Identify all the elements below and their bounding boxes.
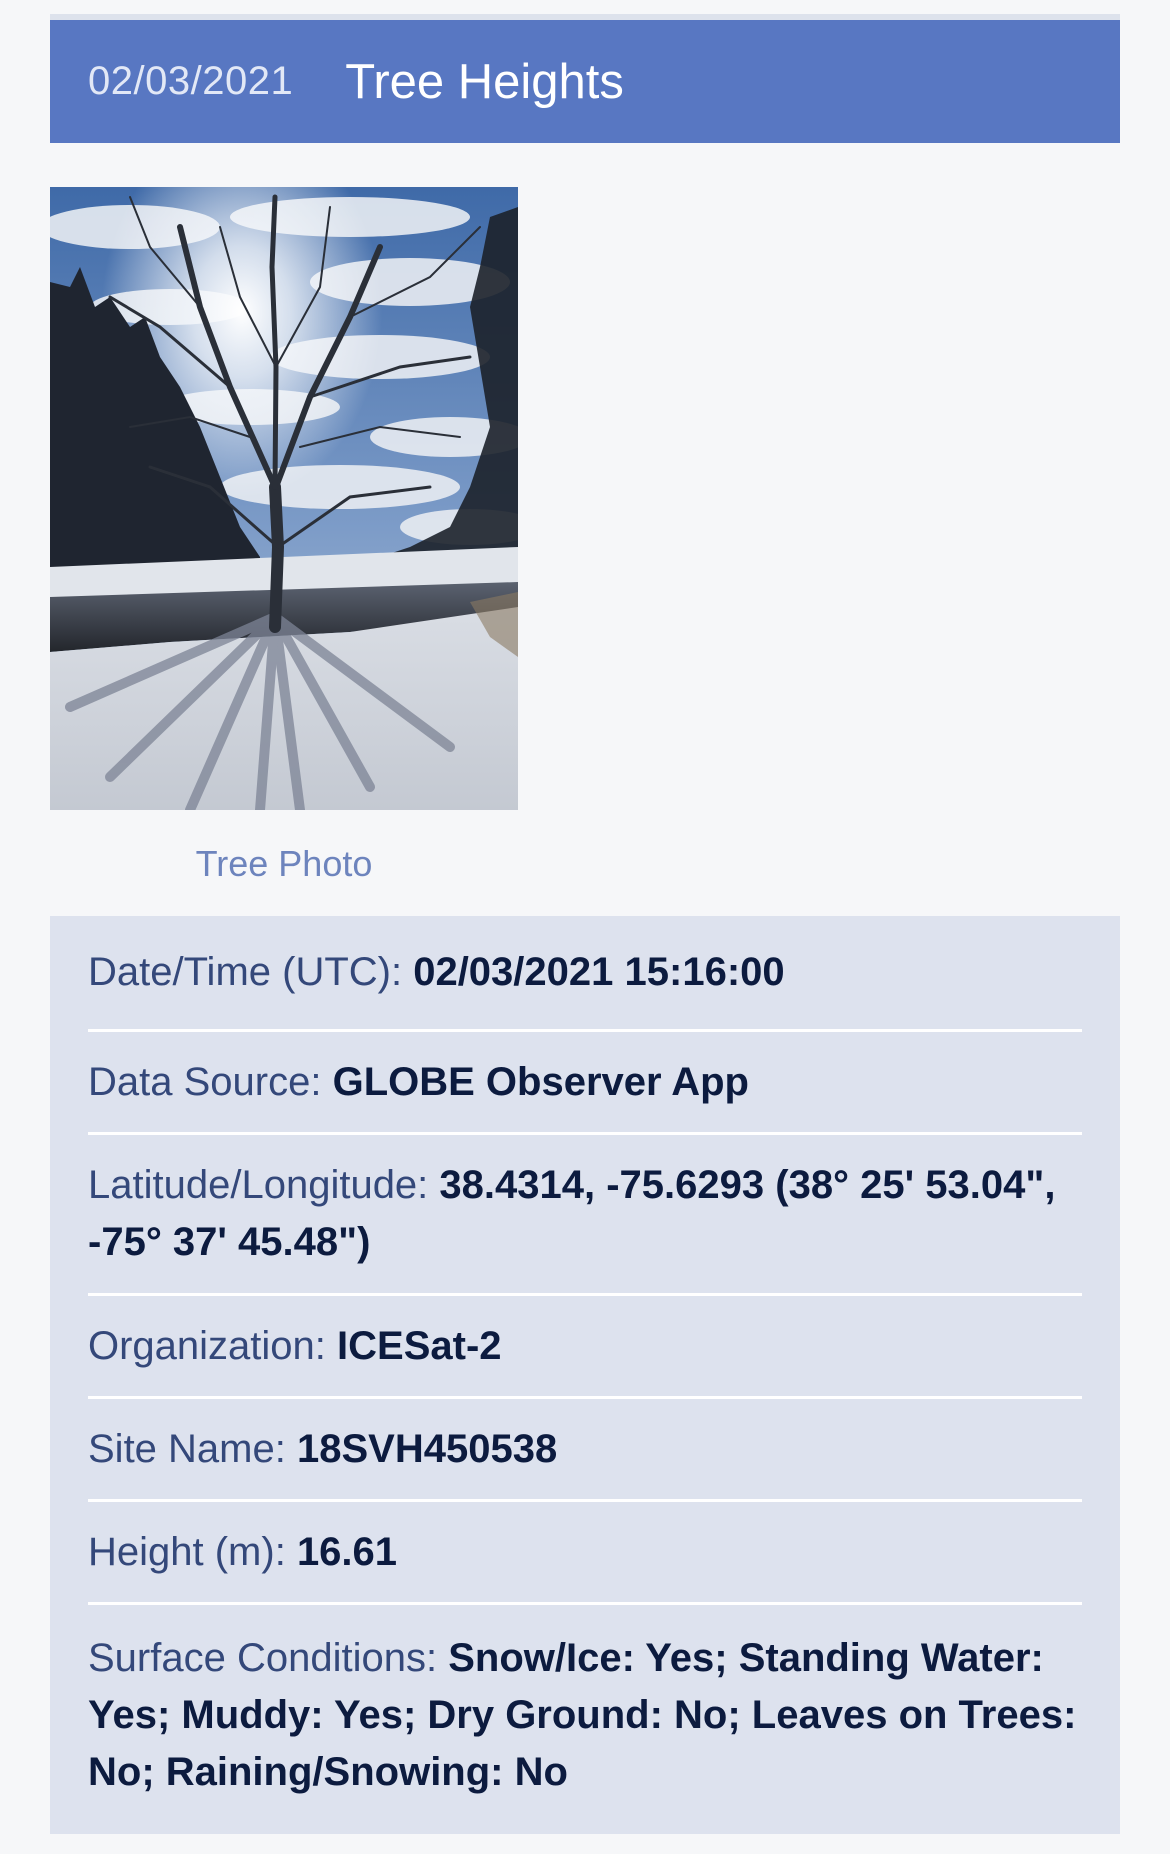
detail-label: Surface Conditions: [88, 1635, 449, 1680]
detail-label: Data Source: [88, 1059, 333, 1104]
detail-label: Site Name: [88, 1426, 297, 1471]
header-date: 02/03/2021 [88, 59, 294, 103]
tree-photo[interactable] [50, 187, 518, 810]
detail-value: 16.61 [296, 1529, 398, 1574]
tree-photo-image [50, 187, 518, 810]
detail-value: 02/03/2021 15:16:00 [413, 950, 785, 994]
detail-row-lat-long: Latitude/Longitude: 38.4314, -75.6293 (3… [88, 1135, 1082, 1296]
detail-row-height: Height (m): 16.61 [88, 1502, 1082, 1605]
detail-label: Latitude/Longitude: [88, 1163, 440, 1207]
detail-row-site-name: Site Name: 18SVH450538 [88, 1399, 1082, 1502]
page-header: 02/03/2021 Tree Heights [50, 20, 1120, 143]
photo-caption: Tree Photo [195, 843, 373, 884]
page-title: Tree Heights [345, 54, 624, 109]
detail-row-datetime: Date/Time (UTC): 02/03/2021 15:16:00 [88, 916, 1082, 1032]
detail-row-data-source: Data Source: GLOBE Observer App [88, 1032, 1082, 1135]
detail-value: GLOBE Observer App [332, 1059, 749, 1104]
detail-row-surface-conditions: Surface Conditions: Snow/Ice: Yes; Stand… [88, 1605, 1082, 1825]
observation-details: Date/Time (UTC): 02/03/2021 15:16:00 Dat… [50, 916, 1120, 1834]
detail-label: Date/Time (UTC): [88, 950, 414, 994]
detail-row-organization: Organization: ICESat-2 [88, 1296, 1082, 1399]
detail-label: Height (m): [88, 1529, 297, 1574]
detail-value: ICESat-2 [337, 1323, 502, 1368]
detail-value: 18SVH450538 [296, 1426, 558, 1471]
detail-label: Organization: [88, 1323, 338, 1368]
